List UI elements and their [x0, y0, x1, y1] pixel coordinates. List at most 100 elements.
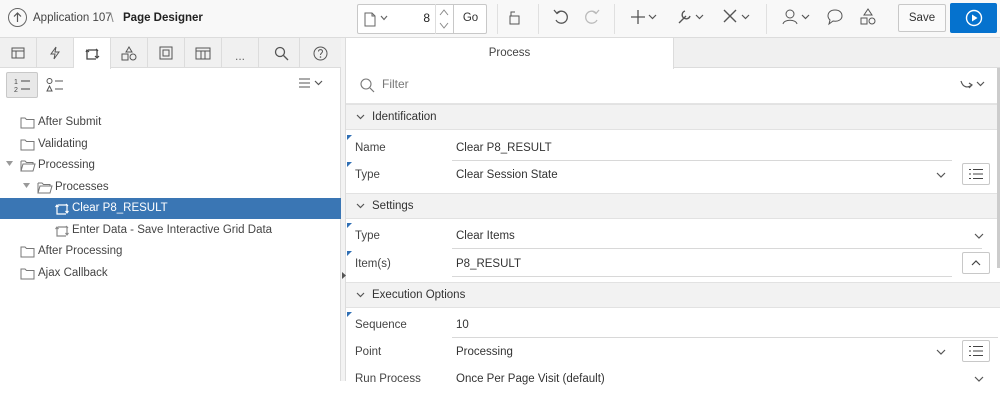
team-development-icon[interactable] — [782, 8, 812, 26]
chevron-down-icon[interactable] — [974, 376, 984, 382]
tab-help[interactable] — [302, 38, 339, 68]
right-tab-bar: Process — [346, 38, 1000, 69]
chevron-down-icon[interactable] — [936, 172, 946, 178]
chevron-down-icon[interactable] — [936, 349, 946, 355]
folder-icon — [20, 159, 36, 173]
prop-name: Name Clear P8_RESULT — [346, 134, 1000, 162]
required-marker — [347, 251, 352, 256]
tab-more[interactable]: ... — [222, 38, 259, 68]
list-options-button[interactable] — [962, 340, 990, 362]
prop-label: Sequence — [355, 319, 407, 331]
folder-icon — [20, 116, 36, 130]
grouped-view-button[interactable] — [44, 73, 66, 97]
process-icon — [54, 224, 70, 238]
expand-items-button[interactable] — [962, 252, 990, 274]
lock-page-icon[interactable] — [506, 8, 522, 26]
toolbar-divider — [614, 4, 615, 34]
chevron-down-icon — [356, 292, 365, 298]
tree-node-label: After Processing — [38, 245, 123, 257]
go-to-group-icon[interactable] — [960, 79, 986, 91]
save-button[interactable]: Save — [898, 4, 946, 32]
section-identification[interactable]: Identification — [346, 104, 1000, 130]
tree-node[interactable]: After Submit — [0, 112, 341, 133]
prop-sequence: Sequence 10 — [346, 311, 1000, 339]
tab-processing[interactable] — [74, 38, 111, 69]
section-settings[interactable]: Settings — [346, 193, 1000, 219]
toolbar-divider — [538, 4, 539, 34]
app-up-button[interactable] — [8, 8, 27, 27]
tree-menu-icon[interactable] — [298, 77, 324, 89]
sequence-input[interactable]: 10 — [456, 319, 469, 331]
run-process-select[interactable]: Once Per Page Visit (default) — [456, 373, 605, 385]
ordered-list-icon: 12 — [14, 79, 30, 93]
left-pane: ... 12 After Submit Validating Processing P… — [0, 38, 341, 381]
tree-node-label: Processing — [38, 159, 95, 171]
tree-node[interactable]: Clear P8_RESULT — [0, 198, 341, 219]
field-underline — [452, 248, 982, 249]
section-title: Identification — [372, 111, 437, 123]
prop-label: Point — [355, 346, 382, 358]
page-title: Page Designer — [123, 12, 203, 24]
tab-gallery[interactable] — [148, 38, 185, 68]
tree-expand-icon[interactable] — [23, 182, 30, 189]
tab-component-view[interactable] — [185, 38, 222, 68]
create-menu-icon[interactable] — [630, 8, 658, 26]
shared-components-icon[interactable] — [860, 8, 876, 26]
tab-search[interactable] — [263, 38, 300, 68]
arrow-up-icon — [13, 12, 22, 22]
search-icon — [274, 46, 288, 60]
run-page-button[interactable] — [950, 3, 997, 33]
point-select[interactable]: Processing — [456, 346, 513, 358]
tree-node[interactable]: Processes — [0, 177, 341, 198]
header-toolbar: Application 107 \ Page Designer 8 Go Sav… — [0, 0, 1000, 38]
page-icon — [364, 12, 376, 27]
undo-icon[interactable] — [553, 8, 569, 26]
type-select[interactable]: Clear Session State — [456, 169, 558, 181]
gallery-icon — [159, 46, 173, 60]
items-input[interactable]: P8_RESULT — [456, 258, 521, 270]
prop-label: Run Process — [355, 373, 421, 385]
utilities-menu-icon[interactable] — [676, 8, 706, 26]
tree-node[interactable]: Ajax Callback — [0, 263, 341, 284]
shared-components-menu-icon[interactable] — [722, 8, 752, 26]
tree-node[interactable]: Validating — [0, 134, 341, 155]
left-tab-bar: ... — [0, 38, 341, 69]
execution-order-view-button[interactable]: 12 — [6, 72, 38, 98]
toolbar-divider — [766, 4, 767, 34]
section-execution-options[interactable]: Execution Options — [346, 282, 1000, 308]
tree-node[interactable]: Processing — [0, 155, 341, 176]
svg-text:2: 2 — [14, 87, 18, 93]
shape-list-icon — [46, 78, 63, 92]
section-title: Settings — [372, 200, 414, 212]
name-input[interactable]: Clear P8_RESULT — [456, 142, 552, 154]
property-editor: Process Identification Name Clear P8_RES… — [346, 38, 1000, 385]
tree-node[interactable]: Enter Data - Save Interactive Grid Data — [0, 220, 341, 241]
rendering-icon — [11, 47, 25, 59]
breadcrumb-application[interactable]: Application 107 — [33, 12, 112, 24]
tree-expand-icon[interactable] — [6, 161, 13, 167]
redo-icon[interactable] — [584, 8, 600, 26]
process-icon — [54, 202, 70, 216]
filter-input[interactable] — [382, 77, 942, 91]
tab-shared-components[interactable] — [111, 38, 148, 68]
page-number-input[interactable]: 8 — [380, 11, 430, 25]
comments-icon[interactable] — [827, 8, 843, 26]
chevron-down-icon[interactable] — [974, 233, 984, 239]
folder-icon — [37, 181, 53, 195]
tree-node-label: Validating — [38, 137, 88, 150]
required-marker — [347, 312, 352, 317]
prop-run-process: Run Process Once Per Page Visit (default… — [346, 365, 1000, 393]
breadcrumb-separator: \ — [110, 10, 114, 25]
go-button[interactable]: Go — [453, 4, 487, 34]
tab-rendering[interactable] — [0, 38, 37, 68]
tab-dynamic-actions[interactable] — [37, 38, 74, 68]
tree-node-label: After Submit — [38, 116, 102, 128]
prop-label: Type — [355, 169, 380, 181]
settings-type-select[interactable]: Clear Items — [456, 230, 515, 242]
search-icon — [360, 78, 375, 93]
tab-process[interactable]: Process — [346, 38, 674, 69]
page-number-stepper[interactable] — [435, 4, 451, 34]
field-underline — [452, 276, 952, 277]
tree-node[interactable]: After Processing — [0, 241, 341, 262]
list-options-button[interactable] — [962, 163, 990, 185]
